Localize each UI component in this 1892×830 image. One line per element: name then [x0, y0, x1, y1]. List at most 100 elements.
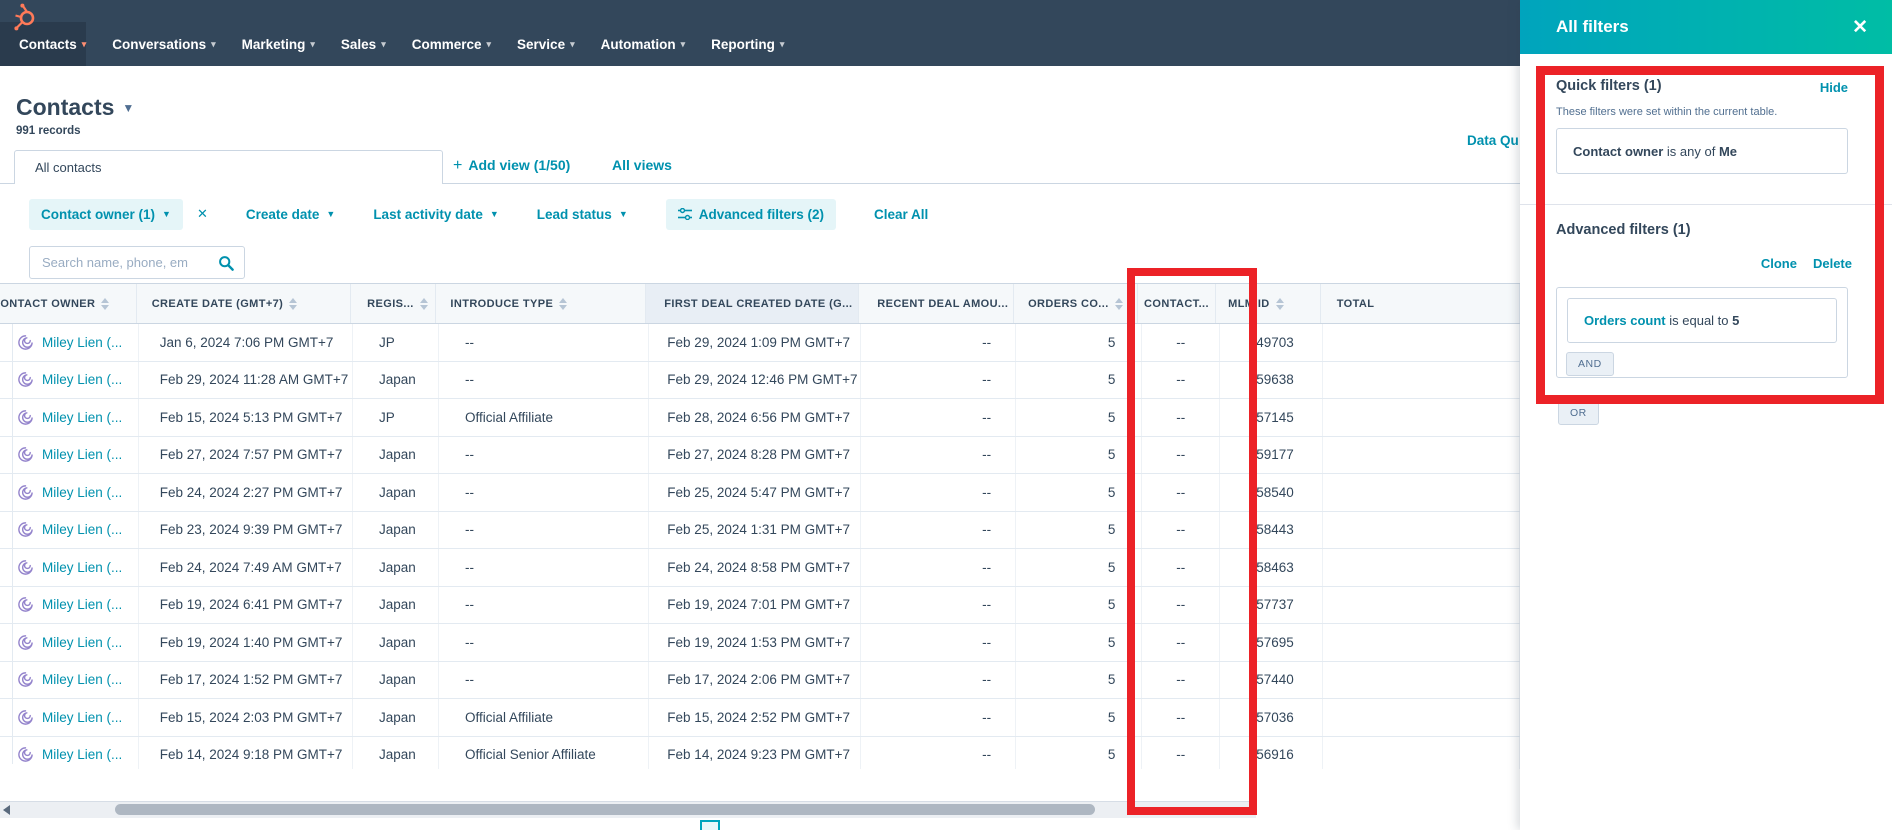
cell-introduce: Official Affiliate: [439, 699, 649, 736]
clone-link[interactable]: Clone: [1761, 256, 1797, 271]
table-row[interactable]: Miley Lien (...Feb 27, 2024 7:57 PM GMT+…: [0, 437, 1520, 475]
table-row[interactable]: Miley Lien (...Feb 15, 2024 5:13 PM GMT+…: [0, 399, 1520, 437]
add-view-button[interactable]: +Add view (1/50): [453, 157, 570, 175]
nav-item-sales[interactable]: Sales ▾: [328, 22, 399, 66]
table-row[interactable]: Miley Lien (...Feb 17, 2024 1:52 PM GMT+…: [0, 662, 1520, 700]
column-header-introduce[interactable]: INTRODUCE TYPE: [436, 284, 646, 323]
contact-preview-icon[interactable]: [17, 521, 34, 538]
nav-item-contacts[interactable]: Contacts ▾: [6, 22, 99, 66]
hide-link[interactable]: Hide: [1820, 80, 1848, 95]
horizontal-scrollbar[interactable]: [0, 801, 1256, 818]
contact-link[interactable]: Miley Lien (...: [42, 560, 122, 575]
nav-item-automation[interactable]: Automation ▾: [588, 22, 699, 66]
nav-item-commerce[interactable]: Commerce ▾: [399, 22, 504, 66]
contact-preview-icon[interactable]: [17, 446, 34, 463]
table-row[interactable]: Miley Lien (...Feb 14, 2024 9:18 PM GMT+…: [0, 737, 1520, 770]
and-button[interactable]: AND: [1566, 352, 1614, 376]
contact-link[interactable]: Miley Lien (...: [42, 335, 122, 350]
column-header-owner[interactable]: CONTACT OWNER: [0, 284, 137, 323]
filter-chip-lead-status[interactable]: Lead status ▼: [537, 207, 628, 222]
cell-owner[interactable]: Miley Lien (...: [0, 549, 139, 586]
cell-owner[interactable]: Miley Lien (...: [0, 512, 139, 549]
table-row[interactable]: Miley Lien (...Feb 24, 2024 2:27 PM GMT+…: [0, 474, 1520, 512]
filter-chip-clear-all[interactable]: Clear All: [874, 207, 928, 222]
tab-all-contacts[interactable]: All contacts: [14, 150, 443, 184]
contact-preview-icon[interactable]: [17, 371, 34, 388]
cell-owner[interactable]: Miley Lien (...: [0, 324, 139, 361]
sort-arrows-icon[interactable]: [1276, 298, 1284, 310]
delete-link[interactable]: Delete: [1813, 256, 1852, 271]
advanced-filter-condition[interactable]: Orders count is equal to 5: [1567, 298, 1837, 343]
table-row[interactable]: Miley Lien (...Feb 15, 2024 2:03 PM GMT+…: [0, 699, 1520, 737]
contact-link[interactable]: Miley Lien (...: [42, 522, 122, 537]
contact-preview-icon[interactable]: [17, 559, 34, 576]
or-button[interactable]: OR: [1558, 401, 1599, 425]
contact-link[interactable]: Miley Lien (...: [42, 747, 122, 762]
contact-preview-icon[interactable]: [17, 596, 34, 613]
nav-item-marketing[interactable]: Marketing ▾: [229, 22, 328, 66]
sort-arrows-icon[interactable]: [420, 298, 428, 310]
contact-preview-icon[interactable]: [17, 634, 34, 651]
table-row[interactable]: Miley Lien (...Jan 6, 2024 7:06 PM GMT+7…: [0, 324, 1520, 362]
contact-link[interactable]: Miley Lien (...: [42, 710, 122, 725]
contact-preview-icon[interactable]: [17, 334, 34, 351]
contact-preview-icon[interactable]: [17, 709, 34, 726]
contact-link[interactable]: Miley Lien (...: [42, 485, 122, 500]
contact-link[interactable]: Miley Lien (...: [42, 447, 122, 462]
filter-chip-advanced-filters-2-[interactable]: Advanced filters (2): [666, 199, 836, 230]
cell-introduce: --: [439, 512, 649, 549]
contact-preview-icon[interactable]: [17, 746, 34, 763]
search-icon[interactable]: [218, 255, 234, 271]
contact-link[interactable]: Miley Lien (...: [42, 410, 122, 425]
contact-link[interactable]: Miley Lien (...: [42, 597, 122, 612]
cell-owner[interactable]: Miley Lien (...: [0, 662, 139, 699]
scrollbar-thumb[interactable]: [115, 804, 1095, 815]
cell-owner[interactable]: Miley Lien (...: [0, 737, 139, 770]
contact-preview-icon[interactable]: [17, 409, 34, 426]
table-row[interactable]: Miley Lien (...Feb 29, 2024 11:28 AM GMT…: [0, 362, 1520, 400]
column-header-total[interactable]: TOTAL: [1321, 284, 1520, 323]
sort-arrows-icon[interactable]: [559, 298, 567, 310]
column-header-recent[interactable]: RECENT DEAL AMOU...: [859, 284, 1014, 323]
nav-item-reporting[interactable]: Reporting ▾: [698, 22, 797, 66]
remove-filter-icon[interactable]: ✕: [197, 206, 208, 222]
nav-item-service[interactable]: Service ▾: [504, 22, 588, 66]
contact-link[interactable]: Miley Lien (...: [42, 372, 122, 387]
contact-link[interactable]: Miley Lien (...: [42, 635, 122, 650]
filter-chip-last-activity-date[interactable]: Last activity date ▼: [373, 207, 498, 222]
cell-owner[interactable]: Miley Lien (...: [0, 624, 139, 661]
table-row[interactable]: Miley Lien (...Feb 19, 2024 6:41 PM GMT+…: [0, 587, 1520, 625]
scroll-left-arrow-icon[interactable]: [3, 805, 10, 815]
cell-owner[interactable]: Miley Lien (...: [0, 699, 139, 736]
cell-mlm: 159638: [1220, 362, 1323, 399]
column-header-region[interactable]: REGIS...: [351, 284, 436, 323]
search-input[interactable]: [40, 254, 216, 271]
column-header-mlm[interactable]: MLM ID: [1216, 284, 1321, 323]
cell-owner[interactable]: Miley Lien (...: [0, 474, 139, 511]
table-row[interactable]: Miley Lien (...Feb 23, 2024 9:39 PM GMT+…: [0, 512, 1520, 550]
cell-owner[interactable]: Miley Lien (...: [0, 399, 139, 436]
nav-item-conversations[interactable]: Conversations ▾: [99, 22, 228, 66]
sort-arrows-icon[interactable]: [1115, 298, 1123, 310]
contact-link[interactable]: Miley Lien (...: [42, 672, 122, 687]
column-header-orders[interactable]: ORDERS CO...: [1014, 284, 1138, 323]
contact-preview-icon[interactable]: [17, 671, 34, 688]
filter-chip-contact-owner-1-[interactable]: Contact owner (1) ▼: [29, 199, 183, 230]
cell-owner[interactable]: Miley Lien (...: [0, 362, 139, 399]
sort-arrows-icon[interactable]: [289, 298, 297, 310]
all-views-link[interactable]: All views: [612, 157, 672, 173]
table-row[interactable]: Miley Lien (...Feb 19, 2024 1:40 PM GMT+…: [0, 624, 1520, 662]
contact-preview-icon[interactable]: [17, 484, 34, 501]
cell-owner[interactable]: Miley Lien (...: [0, 437, 139, 474]
column-header-first_deal[interactable]: FIRST DEAL CREATED DATE (G...: [646, 284, 859, 323]
column-header-create[interactable]: CREATE DATE (GMT+7): [137, 284, 351, 323]
cell-owner[interactable]: Miley Lien (...: [0, 587, 139, 624]
data-quality-link[interactable]: Data Qu: [1467, 133, 1519, 148]
page-title[interactable]: Contacts ▼: [16, 94, 134, 121]
close-icon[interactable]: ✕: [1852, 18, 1868, 37]
filter-chip-create-date[interactable]: Create date ▼: [246, 207, 335, 222]
sort-arrows-icon[interactable]: [101, 298, 109, 310]
quick-filter-condition[interactable]: Contact owner is any of Me: [1556, 128, 1848, 174]
column-header-contact[interactable]: CONTACT...: [1138, 284, 1216, 323]
table-row[interactable]: Miley Lien (...Feb 24, 2024 7:49 AM GMT+…: [0, 549, 1520, 587]
